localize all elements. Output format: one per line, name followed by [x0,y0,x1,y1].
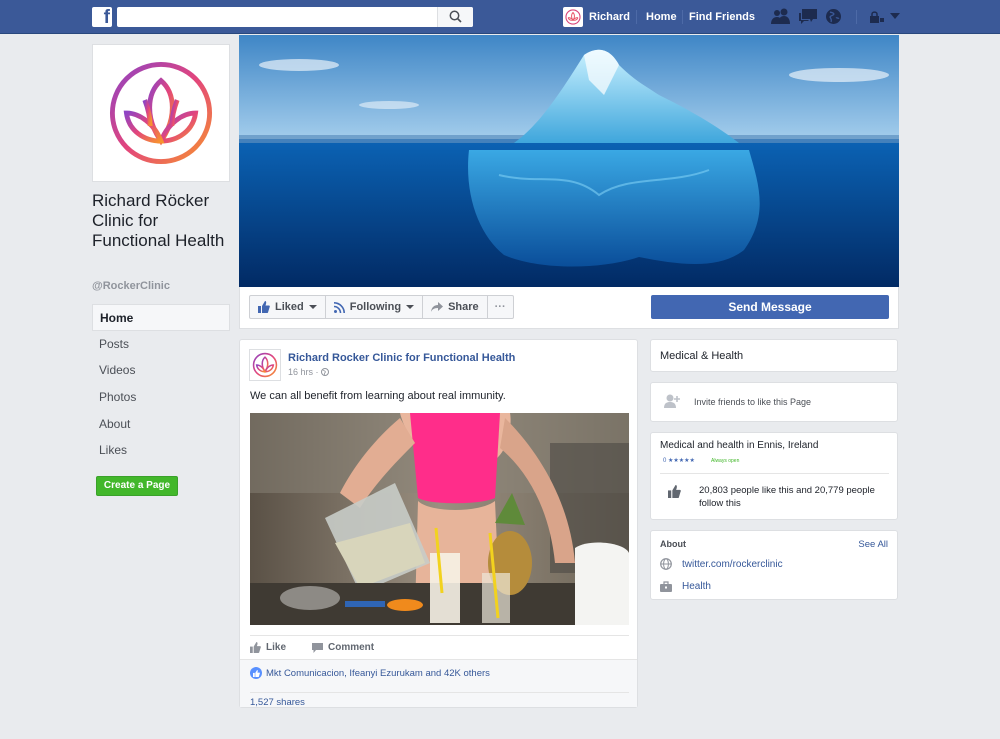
share-label: Share [448,301,479,313]
nav-divider [856,10,857,24]
lotus-logo-icon [252,352,278,378]
website-text: twitter.com/rockerclinic [682,558,783,570]
page-handle[interactable]: @RockerClinic [92,280,170,292]
rating-stars[interactable]: 0 ★★★★★ [663,457,695,464]
post-timestamp[interactable]: 16 hrs · [288,367,330,377]
thumbs-up-icon [250,642,261,653]
cover-photo[interactable] [239,35,899,287]
nav-item-about[interactable]: About [92,411,230,438]
nav-item-videos[interactable]: Videos [92,357,230,384]
public-globe-icon [321,368,330,376]
comment-label: Comment [328,642,375,653]
nav-avatar [563,7,583,27]
post-author-avatar[interactable] [249,349,281,381]
smoothie-photo [250,413,629,625]
create-page-button[interactable]: Create a Page [96,476,178,496]
invite-friends-text: Invite friends to like this Page [694,397,812,407]
category-text: Health [682,581,711,592]
following-label: Following [349,301,402,313]
send-message-button[interactable]: Send Message [651,295,889,319]
about-heading: About [660,539,686,549]
thumbs-up-icon [668,485,681,498]
top-navigation-bar: f Richard Home Find Friends [0,0,1000,34]
page-action-bar: Liked Following Share ··· Send Message [239,287,899,329]
post-image[interactable] [250,413,629,625]
nav-divider [682,10,683,24]
liked-button[interactable]: Liked [249,295,326,319]
search-input[interactable] [117,7,473,27]
post-divider [250,635,629,636]
like-post-button[interactable]: Like [250,642,286,653]
nav-item-home[interactable]: Home [92,304,230,331]
nav-item-photos[interactable]: Photos [92,384,230,411]
page-info-title: Medical and health in Ennis, Ireland [660,440,819,451]
page-category[interactable]: Medical & Health [660,350,743,362]
nav-item-posts[interactable]: Posts [92,331,230,358]
page-likes-count: 20,803 people like this and 20,779 peopl… [699,485,875,509]
post-text: We can all benefit from learning about r… [250,390,506,402]
nav-user-name: Richard [589,11,630,23]
comment-post-button[interactable]: Comment [312,642,374,653]
privacy-lock-icon[interactable] [870,11,884,23]
rss-icon [333,301,345,313]
following-button[interactable]: Following [324,295,424,319]
post-author-link[interactable]: Richard Rocker Clinic for Functional Hea… [288,352,515,364]
globe-icon [660,558,672,570]
post-likers-link[interactable]: Mkt Comunicacion, Ifeanyi Ezurukam and 4… [250,667,490,679]
friend-requests-icon[interactable] [771,8,791,24]
page-category-card: Medical & Health [650,339,898,372]
add-friend-icon [664,394,680,408]
share-arrow-icon [431,302,444,312]
like-reaction-icon [250,667,262,679]
facebook-logo[interactable]: f [92,7,112,28]
notifications-globe-icon[interactable] [825,8,842,25]
see-all-link[interactable]: See All [858,539,888,550]
likers-text: Mkt Comunicacion, Ifeanyi Ezurukam and 4… [266,667,490,679]
nav-divider [636,10,637,24]
comment-bubble-icon [312,642,323,653]
chevron-down-icon [308,305,317,309]
share-button[interactable]: Share [422,295,488,319]
post-reactions-footer: Mkt Comunicacion, Ifeanyi Ezurukam and 4… [240,659,637,708]
search-icon [449,10,462,23]
messages-icon[interactable] [798,8,818,25]
nav-find-friends-link[interactable]: Find Friends [689,11,755,23]
info-divider [660,473,889,474]
page-left-navigation: Home Posts Videos Photos About Likes [92,304,230,464]
facebook-logo-letter: f [103,7,110,28]
search-button[interactable] [437,7,473,27]
like-label: Like [266,642,287,653]
nav-home-link[interactable]: Home [646,11,677,23]
account-menu-caret-icon[interactable] [890,13,900,20]
liked-label: Liked [275,301,304,313]
page-title: Richard Röcker Clinic for Functional Hea… [92,191,225,250]
chevron-down-icon [406,305,415,309]
feed-post: Richard Rocker Clinic for Functional Hea… [239,339,638,708]
thumbs-up-icon [258,301,270,313]
lotus-logo-icon [109,61,213,165]
website-link[interactable]: twitter.com/rockerclinic [660,558,783,570]
post-time-text: 16 hrs · [288,367,322,377]
hours-status: Always open [711,458,740,464]
page-info-card: Medical and health in Ennis, Ireland 0 ★… [650,432,898,520]
nav-profile-link[interactable]: Richard [563,6,630,28]
briefcase-icon [660,581,672,592]
lotus-logo-icon [565,9,581,25]
nav-item-likes[interactable]: Likes [92,437,230,464]
post-shares-link[interactable]: 1,527 shares [250,692,629,708]
category-link[interactable]: Health [660,581,711,592]
invite-friends-card[interactable]: Invite friends to like this Page [650,382,898,422]
shares-text: 1,527 shares [250,697,305,708]
about-card: About See All twitter.com/rockerclinic H… [650,530,898,600]
iceberg-cover-image [239,35,899,287]
more-options-button[interactable]: ··· [486,295,514,319]
page-profile-picture[interactable] [92,44,230,182]
